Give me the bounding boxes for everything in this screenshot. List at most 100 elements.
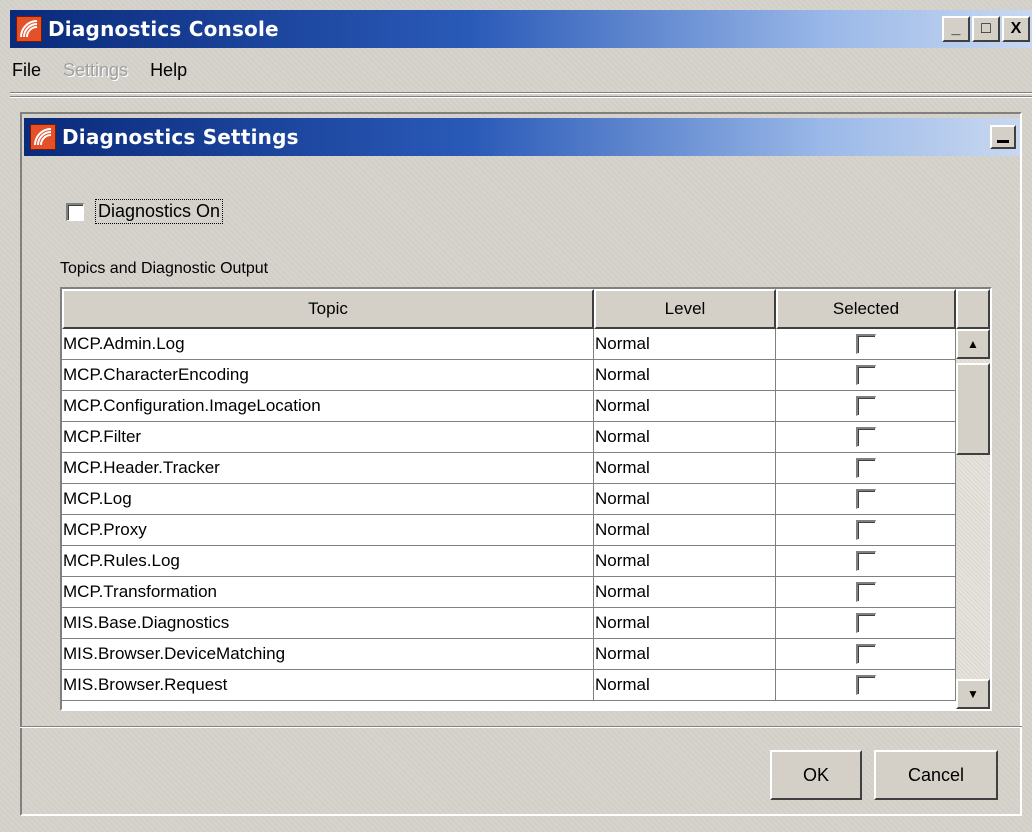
- table-row[interactable]: MCP.Proxy Normal: [62, 515, 956, 546]
- menu-settings[interactable]: Settings: [61, 60, 136, 81]
- diagnostics-console-window: { "window": { "title": "Diagnostics Cons…: [0, 0, 1032, 832]
- level-cell[interactable]: Normal: [594, 422, 776, 453]
- level-cell[interactable]: Normal: [594, 639, 776, 670]
- close-icon: X: [1010, 20, 1022, 37]
- level-cell[interactable]: Normal: [594, 546, 776, 577]
- table-row[interactable]: MIS.Base.Diagnostics Normal: [62, 608, 956, 639]
- maximize-button[interactable]: □: [972, 16, 1000, 42]
- level-cell[interactable]: Normal: [594, 360, 776, 391]
- scrollbar-thumb[interactable]: [956, 363, 990, 455]
- minimize-icon: _: [951, 20, 961, 37]
- minimize-icon: [997, 140, 1009, 143]
- topic-cell: MCP.Proxy: [62, 515, 594, 546]
- table-row[interactable]: MCP.Configuration.ImageLocation Normal: [62, 391, 956, 422]
- topic-cell: MCP.Filter: [62, 422, 594, 453]
- scroll-up-arrow-icon: ▲: [967, 337, 979, 351]
- menu-bar: File Settings Help: [10, 50, 1032, 90]
- selected-cell: [776, 391, 956, 422]
- selected-checkbox[interactable]: [855, 644, 876, 664]
- level-cell[interactable]: Normal: [594, 608, 776, 639]
- selected-checkbox[interactable]: [855, 520, 876, 540]
- column-header-level[interactable]: Level: [594, 289, 776, 329]
- level-cell[interactable]: Normal: [594, 329, 776, 360]
- settings-wave-icon: [30, 124, 56, 150]
- vertical-scrollbar[interactable]: ▲ ▼: [956, 329, 990, 709]
- table-row[interactable]: MCP.Transformation Normal: [62, 577, 956, 608]
- level-cell[interactable]: Normal: [594, 577, 776, 608]
- column-header-topic[interactable]: Topic: [62, 289, 594, 329]
- app-wave-icon: [16, 16, 42, 42]
- selected-cell: [776, 360, 956, 391]
- topic-cell: MCP.Log: [62, 484, 594, 515]
- menu-divider-2: [10, 96, 1032, 98]
- minimize-button[interactable]: _: [942, 16, 970, 42]
- level-cell[interactable]: Normal: [594, 515, 776, 546]
- topic-cell: MIS.Base.Diagnostics: [62, 608, 594, 639]
- selected-checkbox[interactable]: [855, 613, 876, 633]
- column-header-selected[interactable]: Selected: [776, 289, 956, 329]
- selected-cell: [776, 670, 956, 701]
- menu-help[interactable]: Help: [148, 60, 195, 81]
- cancel-button[interactable]: Cancel: [874, 750, 998, 800]
- table-row[interactable]: MCP.Log Normal: [62, 484, 956, 515]
- level-cell[interactable]: Normal: [594, 391, 776, 422]
- settings-title-bar: Diagnostics Settings: [24, 118, 1020, 156]
- main-title-bar: Diagnostics Console _ □ X: [10, 10, 1032, 48]
- scroll-up-button[interactable]: ▲: [956, 329, 990, 359]
- level-cell[interactable]: Normal: [594, 453, 776, 484]
- menu-divider: [10, 92, 1032, 94]
- table-row[interactable]: MCP.Filter Normal: [62, 422, 956, 453]
- selected-checkbox[interactable]: [855, 365, 876, 385]
- window-title: Diagnostics Console: [48, 17, 279, 41]
- selected-cell: [776, 577, 956, 608]
- table-row[interactable]: MCP.Header.Tracker Normal: [62, 453, 956, 484]
- ok-button[interactable]: OK: [770, 750, 862, 800]
- topic-cell: MCP.CharacterEncoding: [62, 360, 594, 391]
- diagnostics-on-checkbox[interactable]: [66, 202, 84, 221]
- topics-section-label: Topics and Diagnostic Output: [60, 260, 269, 277]
- table-row[interactable]: MIS.Browser.DeviceMatching Normal: [62, 639, 956, 670]
- diagnostics-on-label: Diagnostics On: [94, 199, 224, 224]
- topics-table: Topic Level Selected MCP.Admin.Log Normal…: [60, 287, 992, 711]
- selected-cell: [776, 422, 956, 453]
- selected-checkbox[interactable]: [855, 551, 876, 571]
- selected-cell: [776, 329, 956, 360]
- selected-checkbox[interactable]: [855, 396, 876, 416]
- selected-checkbox[interactable]: [855, 675, 876, 695]
- topic-cell: MCP.Configuration.ImageLocation: [62, 391, 594, 422]
- menu-file[interactable]: File: [10, 60, 49, 81]
- topic-cell: MCP.Header.Tracker: [62, 453, 594, 484]
- header-corner: [956, 289, 990, 329]
- maximize-icon: □: [981, 20, 991, 37]
- table-row[interactable]: MCP.Rules.Log Normal: [62, 546, 956, 577]
- table-row[interactable]: MCP.Admin.Log Normal: [62, 329, 956, 360]
- topic-cell: MCP.Rules.Log: [62, 546, 594, 577]
- selected-checkbox[interactable]: [855, 458, 876, 478]
- topic-cell: MIS.Browser.Request: [62, 670, 594, 701]
- selected-cell: [776, 639, 956, 670]
- scroll-down-button[interactable]: ▼: [956, 679, 990, 709]
- selected-cell: [776, 484, 956, 515]
- selected-cell: [776, 453, 956, 484]
- settings-title: Diagnostics Settings: [62, 125, 299, 149]
- table-row[interactable]: MCP.CharacterEncoding Normal: [62, 360, 956, 391]
- topic-cell: MCP.Transformation: [62, 577, 594, 608]
- table-header: Topic Level Selected: [62, 289, 990, 329]
- selected-cell: [776, 608, 956, 639]
- selected-checkbox[interactable]: [855, 334, 876, 354]
- settings-minimize-button[interactable]: [990, 125, 1016, 149]
- scroll-down-arrow-icon: ▼: [967, 687, 979, 701]
- selected-cell: [776, 546, 956, 577]
- footer-divider: [20, 726, 1022, 728]
- close-button[interactable]: X: [1002, 16, 1030, 42]
- level-cell[interactable]: Normal: [594, 484, 776, 515]
- level-cell[interactable]: Normal: [594, 670, 776, 701]
- topic-cell: MIS.Browser.DeviceMatching: [62, 639, 594, 670]
- selected-cell: [776, 515, 956, 546]
- table-body: MCP.Admin.Log Normal MCP.CharacterEncoding…: [62, 329, 956, 701]
- table-row[interactable]: MIS.Browser.Request Normal: [62, 670, 956, 701]
- selected-checkbox[interactable]: [855, 489, 876, 509]
- selected-checkbox[interactable]: [855, 427, 876, 447]
- diagnostics-on-toggle[interactable]: Diagnostics On: [66, 199, 224, 224]
- selected-checkbox[interactable]: [855, 582, 876, 602]
